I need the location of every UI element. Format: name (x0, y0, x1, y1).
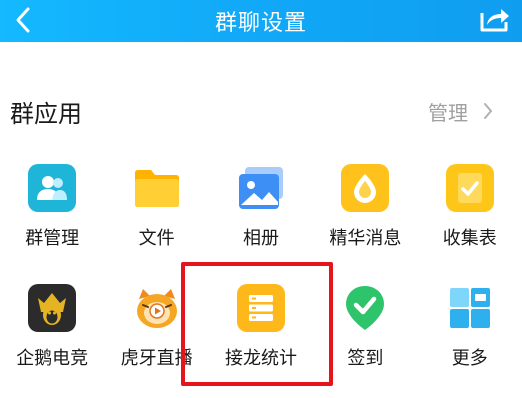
app-group-manage[interactable]: 群管理 (0, 158, 104, 278)
essence-icon (341, 164, 390, 212)
app-relay-stats[interactable]: 接龙统计 (209, 278, 313, 398)
penguin-esports-icon (28, 284, 77, 332)
share-icon (480, 9, 509, 32)
app-label: 签到 (347, 348, 384, 369)
app-check-in[interactable]: 签到 (313, 278, 417, 398)
more-grid-icon (446, 284, 494, 332)
section-title: 群应用 (10, 100, 82, 128)
chevron-right-icon (484, 103, 492, 119)
app-label: 相册 (242, 228, 279, 249)
app-album[interactable]: 相册 (209, 158, 313, 278)
app-label: 接龙统计 (224, 348, 297, 369)
app-label: 文件 (138, 228, 175, 249)
group-apps-grid: 群管理 文件 相册 精华消息 收集表 企鹅电竞 虎牙直播 接龙统计 签到 更多 (0, 158, 522, 398)
relay-stats-icon (236, 284, 285, 332)
app-essence-messages[interactable]: 精华消息 (313, 158, 417, 278)
app-more[interactable]: 更多 (418, 278, 522, 398)
top-bar: 群聊设置 (0, 0, 522, 42)
app-penguin-esports[interactable]: 企鹅电竞 (0, 278, 104, 398)
huya-icon (132, 284, 181, 332)
app-label: 群管理 (25, 228, 80, 249)
folder-icon (133, 164, 181, 212)
app-label: 收集表 (442, 228, 497, 249)
check-in-icon (341, 284, 389, 332)
app-label: 企鹅电竞 (16, 348, 89, 369)
group-manage-icon (28, 164, 77, 212)
app-label: 更多 (451, 348, 488, 369)
manage-label: 管理 (428, 100, 468, 125)
page-title: 群聊设置 (214, 11, 307, 36)
app-files[interactable]: 文件 (104, 158, 208, 278)
share-button[interactable] (478, 4, 512, 34)
album-icon (237, 164, 285, 212)
app-collect-form[interactable]: 收集表 (418, 158, 522, 278)
app-label: 精华消息 (329, 228, 402, 249)
manage-link[interactable]: 管理 (428, 96, 494, 126)
app-huya-live[interactable]: 虎牙直播 (104, 278, 208, 398)
group-apps-header: 群应用 管理 (0, 86, 522, 132)
app-label: 虎牙直播 (120, 348, 193, 369)
collect-form-icon (445, 164, 494, 212)
